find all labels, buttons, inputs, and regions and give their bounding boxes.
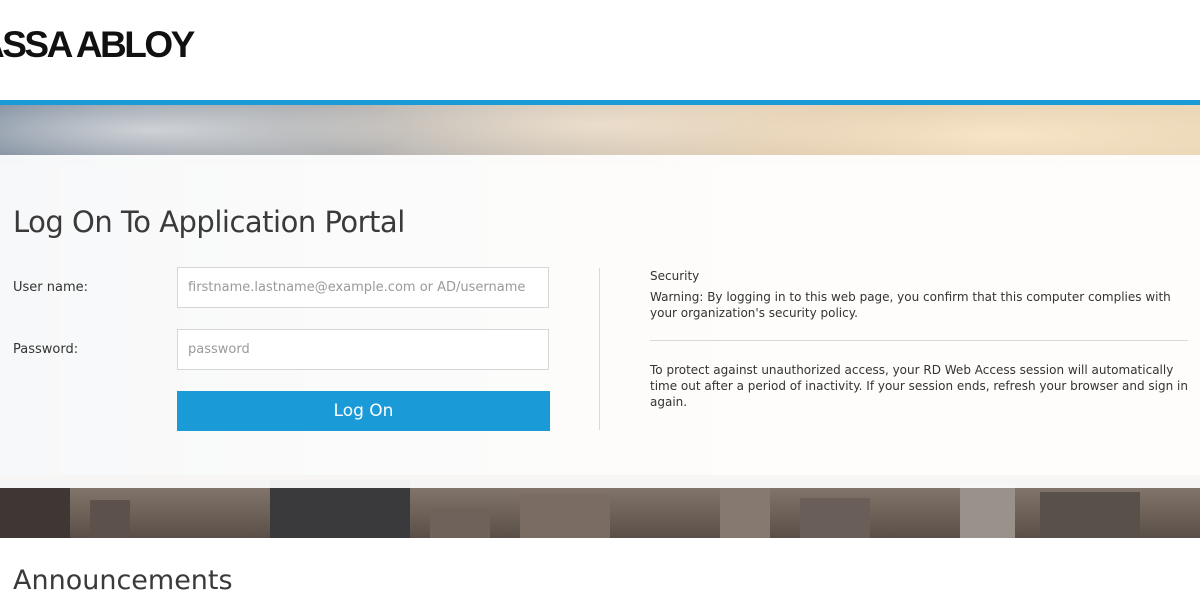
log-on-button[interactable]: Log On [177,391,550,431]
password-input[interactable] [177,329,549,370]
username-input[interactable] [177,267,549,308]
session-timeout-notice: To protect against unauthorized access, … [650,363,1188,409]
page-title: Log On To Application Portal [13,205,405,239]
column-divider [599,268,600,430]
building [520,494,610,538]
building [1040,492,1140,538]
building [0,488,70,538]
security-divider [650,340,1188,341]
building [720,486,770,538]
brand-logo: ASSA ABLOY [0,24,195,65]
password-label: Password: [13,342,79,357]
building [960,482,1015,538]
username-label: User name: [13,280,89,295]
announcements-title: Announcements [13,565,233,596]
security-warning: Warning: By logging in to this web page,… [650,290,1171,320]
building [90,500,130,538]
header: ASSA ABLOY [0,0,1200,100]
building [800,498,870,538]
building [430,508,490,538]
building [270,480,410,538]
security-heading: Security [650,269,700,283]
